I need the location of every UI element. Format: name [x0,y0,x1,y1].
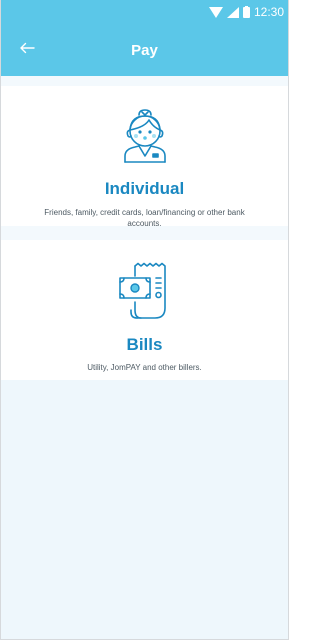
app-bar: Pay [1,24,288,76]
bill-icon [117,262,173,327]
phone-screen: 12:30 Pay Individual Friends, family, cr… [0,0,289,640]
bills-option[interactable]: Bills Utility, JomPAY and other billers. [1,240,288,380]
arrow-left-icon [19,41,35,59]
individual-option[interactable]: Individual Friends, family, credit cards… [1,86,288,228]
battery-icon [242,6,250,18]
back-button[interactable] [9,32,45,68]
divider [1,76,288,86]
pay-options: Individual Friends, family, credit cards… [1,76,288,639]
signal-icon [226,6,239,18]
status-time: 12:30 [253,5,284,19]
bills-description: Utility, JomPAY and other billers. [87,363,202,372]
person-icon [117,106,173,171]
individual-title: Individual [104,179,185,198]
individual-description: Friends, family, credit cards, loan/fina… [44,208,245,228]
wifi-icon [208,6,223,18]
bills-title: Bills [126,335,163,354]
page-title: Pay [131,41,158,59]
status-bar: 12:30 [1,0,288,24]
